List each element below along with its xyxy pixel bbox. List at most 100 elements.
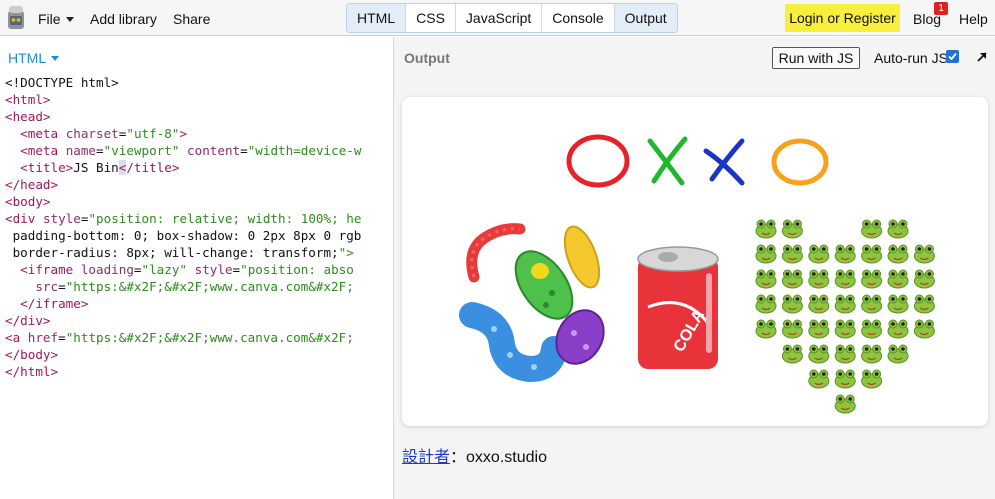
frog-face-icon — [755, 319, 777, 339]
frog-face-icon — [781, 269, 803, 289]
code-line[interactable]: <head> — [5, 108, 361, 125]
frog-face-icon — [913, 269, 935, 289]
credit-line: 設計者：oxxo.studio — [402, 443, 547, 467]
frog-face-icon — [755, 244, 777, 264]
cola-can-illustration: COLA — [637, 246, 719, 369]
chevron-down-icon — [65, 17, 74, 22]
code-line[interactable]: padding-bottom: 0; box-shadow: 0 2px 8px… — [5, 227, 362, 244]
code-line[interactable]: <html> — [5, 91, 361, 108]
title-letter-o-orange — [771, 138, 829, 186]
output-panel: Output Run with JS Auto-run JS COLA 設計者：… — [394, 37, 995, 499]
code-line[interactable]: src="https:&#x2F;&#x2F;www.canva.com&#x2… — [5, 278, 361, 295]
code-line[interactable]: <a href="https:&#x2F;&#x2F;www.canva.com… — [5, 329, 361, 346]
oxxo-artwork: COLA — [459, 134, 935, 414]
frog-face-icon — [913, 319, 935, 339]
title-letter-x-green — [647, 136, 688, 186]
credit-separator: ： — [450, 449, 467, 466]
frog-heart-illustration — [755, 219, 935, 414]
file-menu-label: File — [38, 11, 61, 27]
code-line[interactable]: </div> — [5, 312, 361, 329]
autorun-label: Auto-run JS — [874, 50, 948, 66]
frog-face-icon — [781, 219, 803, 239]
code-line[interactable]: <div style="position: relative; width: 1… — [5, 210, 361, 227]
editor-language-label: HTML — [8, 50, 47, 66]
frog-face-icon — [808, 294, 830, 314]
frog-face-icon — [834, 294, 856, 314]
frog-face-icon — [834, 394, 856, 414]
check-icon — [948, 52, 957, 61]
jsbin-logo-icon[interactable] — [6, 5, 26, 31]
login-register-button[interactable]: Login or Register — [785, 4, 900, 32]
frog-face-icon — [861, 369, 883, 389]
frog-face-icon — [781, 319, 803, 339]
tab-html[interactable]: HTML — [347, 4, 407, 32]
frog-face-icon — [808, 369, 830, 389]
canva-embed-card[interactable]: COLA — [402, 97, 988, 426]
frog-face-icon — [861, 294, 883, 314]
frog-face-icon — [781, 294, 803, 314]
tab-console[interactable]: Console — [542, 4, 615, 32]
code-line[interactable]: <body> — [5, 193, 361, 210]
code-line[interactable]: <meta name="viewport" content="width=dev… — [5, 142, 361, 159]
code-line[interactable]: <!DOCTYPE html> — [5, 74, 361, 91]
frog-face-icon — [861, 269, 883, 289]
frog-face-icon — [861, 219, 883, 239]
frog-face-icon — [887, 219, 909, 239]
frog-face-icon — [808, 319, 830, 339]
frog-face-icon — [834, 369, 856, 389]
code-line[interactable]: </body> — [5, 346, 361, 363]
frog-face-icon — [887, 269, 909, 289]
code-area[interactable]: <!DOCTYPE html> <html> <head> <meta charse… — [5, 74, 361, 380]
frog-face-icon — [755, 294, 777, 314]
frog-face-icon — [834, 269, 856, 289]
html-editor-panel[interactable]: HTML <!DOCTYPE html> <html> <head> <meta c… — [0, 37, 393, 499]
title-letter-x-blue — [703, 138, 745, 186]
output-label: Output — [404, 50, 450, 66]
frog-face-icon — [913, 294, 935, 314]
tab-output[interactable]: Output — [614, 4, 677, 32]
autorun-checkbox[interactable] — [946, 50, 959, 63]
file-menu[interactable]: File — [38, 11, 74, 27]
help-link[interactable]: Help — [959, 11, 988, 27]
chevron-down-icon — [51, 56, 60, 61]
designer-link[interactable]: 設計者 — [402, 449, 450, 466]
code-line[interactable]: border-radius: 8px; will-change: transfo… — [5, 244, 361, 261]
frog-face-icon — [913, 244, 935, 264]
frog-face-icon — [834, 244, 856, 264]
code-line[interactable]: </iframe> — [5, 295, 361, 312]
frog-face-icon — [755, 269, 777, 289]
frog-face-icon — [781, 344, 803, 364]
run-with-js-button[interactable]: Run with JS — [772, 47, 860, 69]
frog-face-icon — [887, 294, 909, 314]
code-line[interactable]: </html> — [5, 363, 361, 380]
frog-face-icon — [808, 244, 830, 264]
open-in-new-window-icon[interactable] — [976, 51, 988, 63]
frog-face-icon — [808, 269, 830, 289]
frog-face-icon — [861, 244, 883, 264]
frog-face-icon — [808, 344, 830, 364]
add-library-menu[interactable]: Add library — [90, 11, 157, 27]
frog-face-icon — [887, 344, 909, 364]
panel-tabs: HTML CSS JavaScript Console Output — [346, 3, 678, 33]
frog-face-icon — [861, 344, 883, 364]
title-letter-o-red — [566, 134, 630, 188]
frog-face-icon — [887, 319, 909, 339]
code-line[interactable]: </head> — [5, 176, 361, 193]
share-menu[interactable]: Share — [173, 11, 210, 27]
frog-face-icon — [755, 219, 777, 239]
notification-badge: 1 — [934, 2, 948, 15]
frog-face-icon — [834, 344, 856, 364]
code-line[interactable]: <iframe loading="lazy" style="position: … — [5, 261, 361, 278]
tab-javascript[interactable]: JavaScript — [456, 4, 543, 32]
frog-face-icon — [887, 244, 909, 264]
code-line[interactable]: <title>JS Bin</title> — [5, 159, 361, 176]
tab-css[interactable]: CSS — [406, 4, 456, 32]
frog-face-icon — [781, 244, 803, 264]
bacteria-illustration — [459, 223, 605, 383]
frog-face-icon — [834, 319, 856, 339]
designer-name: oxxo.studio — [466, 449, 547, 466]
editor-language-selector[interactable]: HTML — [8, 50, 60, 66]
frog-face-icon — [861, 319, 883, 339]
code-line[interactable]: <meta charset="utf-8"> — [5, 125, 361, 142]
top-bar: File Add library Share HTML CSS JavaScri… — [0, 0, 995, 36]
